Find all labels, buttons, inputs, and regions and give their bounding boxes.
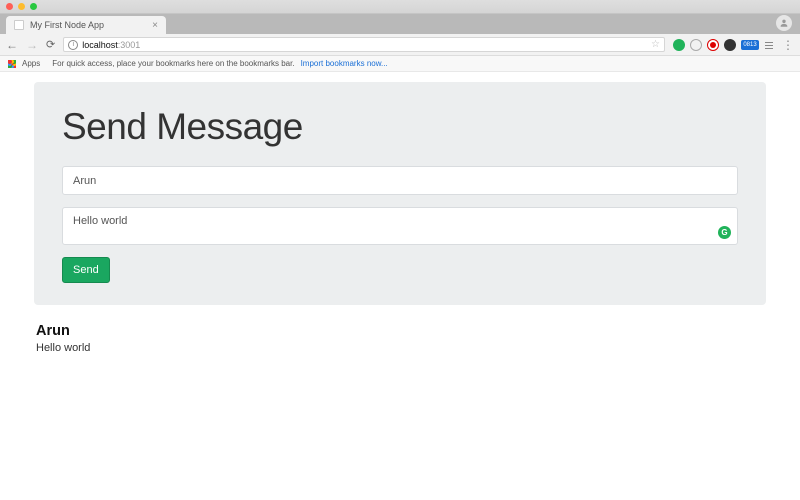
reload-icon[interactable]: ⟳	[46, 38, 55, 51]
window-titlebar	[0, 0, 800, 14]
apps-label[interactable]: Apps	[22, 59, 40, 68]
tab-title: My First Node App	[30, 20, 104, 30]
extension-grammarly-icon[interactable]	[673, 39, 685, 51]
name-input[interactable]: Arun	[62, 166, 738, 195]
bookmark-star-icon[interactable]: ☆	[651, 39, 660, 50]
favicon-icon	[14, 20, 24, 30]
extension-dark-icon[interactable]	[724, 39, 736, 51]
send-button[interactable]: Send	[62, 257, 110, 283]
message-body: Hello world	[36, 342, 766, 354]
message-form-panel: Send Message Arun Hello world G Send	[34, 82, 766, 305]
message-input[interactable]: Hello world G	[62, 207, 738, 245]
url-port: :3001	[118, 40, 141, 50]
extension-menu-icon[interactable]	[764, 40, 774, 50]
nav-forward-icon: →	[26, 38, 38, 52]
message-list: Arun Hello world	[34, 323, 766, 354]
bookmarks-bar: Apps For quick access, place your bookma…	[0, 56, 800, 72]
apps-icon[interactable]	[8, 60, 16, 68]
extension-badge-icon[interactable]: 0813	[741, 40, 759, 50]
grammarly-indicator-icon[interactable]: G	[718, 226, 731, 239]
message-input-value: Hello world	[73, 215, 127, 227]
url-host: localhost	[82, 40, 118, 50]
address-bar[interactable]: i localhost:3001 ☆	[63, 37, 665, 52]
import-bookmarks-link[interactable]: Import bookmarks now...	[301, 59, 388, 68]
tab-strip: My First Node App ×	[0, 14, 800, 34]
extension-icons: 0813	[673, 39, 774, 51]
name-input-value: Arun	[73, 175, 96, 187]
browser-menu-icon[interactable]: ⋮	[782, 38, 794, 52]
window-minimize-dot[interactable]	[18, 3, 25, 10]
nav-back-icon[interactable]: ←	[6, 38, 18, 52]
message-author: Arun	[36, 323, 766, 339]
bookmarks-hint: For quick access, place your bookmarks h…	[52, 59, 294, 68]
page-content: Send Message Arun Hello world G Send Aru…	[0, 72, 800, 354]
profile-avatar-icon[interactable]	[776, 15, 792, 31]
extension-adblock-icon[interactable]	[707, 39, 719, 51]
extension-generic-icon[interactable]	[690, 39, 702, 51]
site-info-icon[interactable]: i	[68, 40, 78, 50]
message-item: Arun Hello world	[36, 323, 766, 354]
window-zoom-dot[interactable]	[30, 3, 37, 10]
send-button-label: Send	[73, 264, 99, 276]
tab-close-icon[interactable]: ×	[152, 20, 158, 31]
form-heading: Send Message	[62, 106, 738, 148]
window-close-dot[interactable]	[6, 3, 13, 10]
browser-toolbar: ← → ⟳ i localhost:3001 ☆ 0813 ⋮	[0, 34, 800, 56]
browser-tab[interactable]: My First Node App ×	[6, 16, 166, 34]
